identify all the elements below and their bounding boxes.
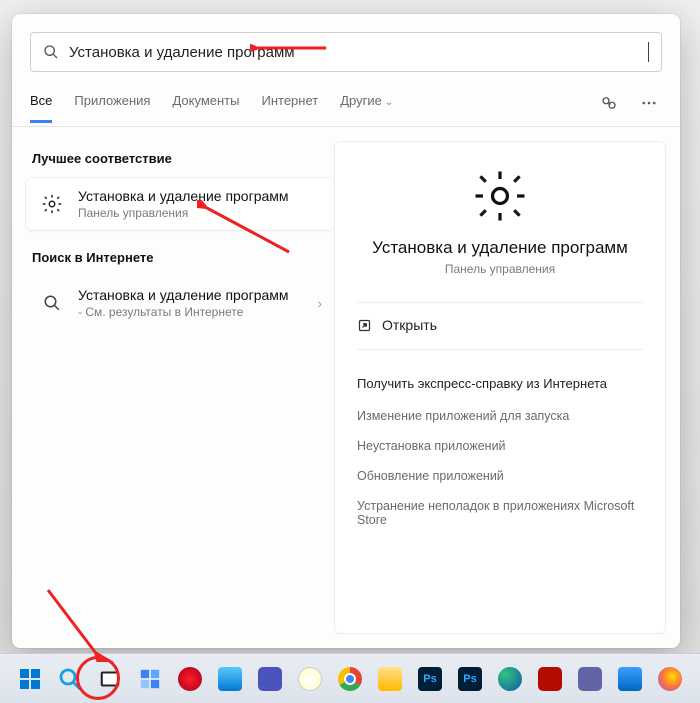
explorer-icon	[218, 667, 242, 691]
divider	[357, 349, 643, 350]
paint-icon	[298, 667, 322, 691]
chrome-icon	[338, 667, 362, 691]
folder-icon	[378, 667, 402, 691]
result-subtitle: Панель управления	[78, 206, 322, 220]
photoshop-icon: Ps	[418, 667, 442, 691]
taskbar-start-button[interactable]	[15, 664, 45, 694]
tab-more-label: Другие	[340, 93, 382, 108]
web-search-header: Поиск в Интернете	[26, 240, 334, 277]
chevron-down-icon: ⌄	[385, 97, 393, 108]
taskview-icon	[99, 668, 121, 690]
photos-icon	[618, 667, 642, 691]
taskbar-app-acrobat[interactable]	[535, 664, 565, 694]
firefox-icon	[658, 667, 682, 691]
preview-header: Установка и удаление программ Панель упр…	[357, 142, 643, 290]
tab-all[interactable]: Все	[30, 93, 52, 123]
help-header: Получить экспресс-справку из Интернета	[357, 376, 643, 391]
taskbar-search-button[interactable]	[55, 664, 85, 694]
search-icon	[58, 667, 82, 691]
help-link-uninstall-apps[interactable]: Неустановка приложений	[357, 431, 643, 461]
text-caret	[648, 42, 649, 62]
taskbar: Ps Ps	[0, 653, 700, 703]
best-match-header: Лучшее соответствие	[26, 141, 334, 178]
tab-apps[interactable]: Приложения	[74, 93, 150, 123]
taskbar-app-edge[interactable]	[495, 664, 525, 694]
opera-icon	[178, 667, 202, 691]
result-text: Установка и удаление программ - См. резу…	[78, 287, 318, 319]
tab-more[interactable]: Другие⌄	[340, 93, 393, 123]
result-text: Установка и удаление программ Панель упр…	[78, 188, 322, 220]
edge-icon	[498, 667, 522, 691]
open-icon	[357, 318, 372, 333]
tabs-actions	[596, 90, 662, 126]
search-icon	[38, 289, 66, 317]
search-options-button[interactable]	[596, 90, 622, 116]
chat-icon	[258, 667, 282, 691]
taskbar-app-photos[interactable]	[615, 664, 645, 694]
preview-pane: Установка и удаление программ Панель упр…	[334, 141, 666, 634]
result-best-match[interactable]: Установка и удаление программ Панель упр…	[26, 178, 334, 230]
taskbar-app-files[interactable]	[375, 664, 405, 694]
link-icon	[600, 94, 618, 112]
filter-tabs-row: Все Приложения Документы Интернет Другие…	[12, 72, 680, 127]
snip-icon	[578, 667, 602, 691]
gear-icon	[38, 190, 66, 218]
taskbar-app-chrome[interactable]	[335, 664, 365, 694]
preview-title: Установка и удаление программ	[372, 238, 628, 258]
search-row	[12, 14, 680, 72]
taskbar-app-explorer[interactable]	[215, 664, 245, 694]
result-title: Установка и удаление программ	[78, 188, 322, 204]
ellipsis-icon	[640, 94, 658, 112]
taskbar-taskview-button[interactable]	[95, 664, 125, 694]
start-search-panel: Все Приложения Документы Интернет Другие…	[12, 14, 680, 648]
help-link-troubleshoot-store[interactable]: Устранение неполадок в приложениях Micro…	[357, 491, 643, 535]
taskbar-app-paint[interactable]	[295, 664, 325, 694]
photoshop-icon: Ps	[458, 667, 482, 691]
divider	[357, 302, 643, 303]
taskbar-app-firefox[interactable]	[655, 664, 685, 694]
chevron-right-icon: ›	[318, 296, 322, 311]
result-web-search[interactable]: Установка и удаление программ - См. резу…	[26, 277, 334, 329]
preview-subtitle: Панель управления	[445, 262, 555, 276]
taskbar-widgets-button[interactable]	[135, 664, 165, 694]
gear-icon	[472, 168, 528, 224]
help-link-update-apps[interactable]: Обновление приложений	[357, 461, 643, 491]
search-icon	[43, 44, 59, 60]
taskbar-app-opera[interactable]	[175, 664, 205, 694]
open-action[interactable]: Открыть	[357, 315, 643, 335]
more-button[interactable]	[636, 90, 662, 116]
taskbar-app-chat[interactable]	[255, 664, 285, 694]
panel-body: Лучшее соответствие Установка и удаление…	[12, 127, 680, 648]
tab-documents[interactable]: Документы	[172, 93, 239, 123]
taskbar-app-snip[interactable]	[575, 664, 605, 694]
search-input[interactable]	[69, 44, 648, 61]
widgets-icon	[139, 668, 161, 690]
help-link-startup-apps[interactable]: Изменение приложений для запуска	[357, 401, 643, 431]
taskbar-app-ps1[interactable]: Ps	[415, 664, 445, 694]
results-column: Лучшее соответствие Установка и удаление…	[12, 127, 334, 648]
filter-tabs: Все Приложения Документы Интернет Другие…	[30, 93, 596, 123]
windows-icon	[18, 667, 42, 691]
taskbar-app-ps2[interactable]: Ps	[455, 664, 485, 694]
tab-web[interactable]: Интернет	[261, 93, 318, 123]
open-label: Открыть	[382, 317, 437, 333]
result-title: Установка и удаление программ	[78, 287, 318, 303]
result-subtitle: - См. результаты в Интернете	[78, 305, 318, 319]
acrobat-icon	[538, 667, 562, 691]
search-box[interactable]	[30, 32, 662, 72]
